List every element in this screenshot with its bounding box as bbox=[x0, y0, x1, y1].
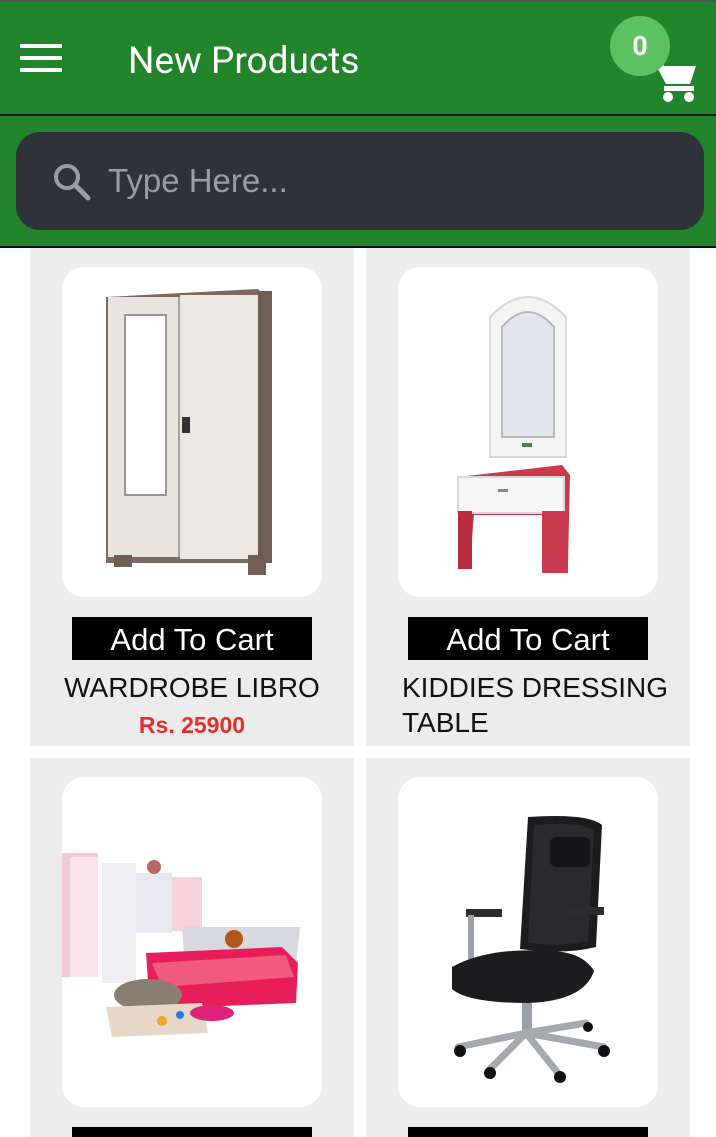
product-image-dressing-table[interactable] bbox=[398, 267, 658, 597]
product-card[interactable]: Add To Cart bbox=[366, 758, 690, 1137]
app-bar: New Products 0 bbox=[0, 0, 716, 116]
add-to-cart-button[interactable]: Add To Cart bbox=[408, 1127, 648, 1137]
product-grid: Add To Cart WARDROBE LIBRO Rs. 25900 Add… bbox=[0, 248, 716, 1137]
search-icon bbox=[54, 164, 91, 201]
product-image-office-chair[interactable] bbox=[398, 777, 658, 1107]
product-image-wardrobe[interactable] bbox=[62, 267, 322, 597]
search-bar-container bbox=[0, 116, 716, 248]
product-card[interactable]: Add To Cart WARDROBE LIBRO Rs. 25900 bbox=[30, 248, 354, 746]
add-to-cart-button[interactable]: Add To Cart bbox=[408, 617, 648, 660]
product-image-bedroom-set[interactable] bbox=[62, 777, 322, 1107]
add-to-cart-button[interactable]: Add To Cart bbox=[72, 1127, 312, 1137]
cart-count-badge: 0 bbox=[610, 16, 670, 76]
product-name: WARDROBE LIBRO bbox=[64, 672, 320, 703]
hamburger-menu-icon[interactable] bbox=[20, 44, 62, 76]
product-card[interactable]: Add To Cart KIDDIES DRESSING TABLE bbox=[366, 248, 690, 746]
search-input[interactable] bbox=[108, 152, 668, 210]
page-title: New Products bbox=[128, 40, 360, 83]
product-card[interactable]: Add To Cart bbox=[30, 758, 354, 1137]
cart-button[interactable]: 0 bbox=[606, 14, 710, 108]
product-price: Rs. 25900 bbox=[138, 712, 246, 738]
search-box bbox=[16, 132, 704, 230]
product-name: KIDDIES DRESSING TABLE bbox=[402, 672, 669, 738]
add-to-cart-button[interactable]: Add To Cart bbox=[72, 617, 312, 660]
